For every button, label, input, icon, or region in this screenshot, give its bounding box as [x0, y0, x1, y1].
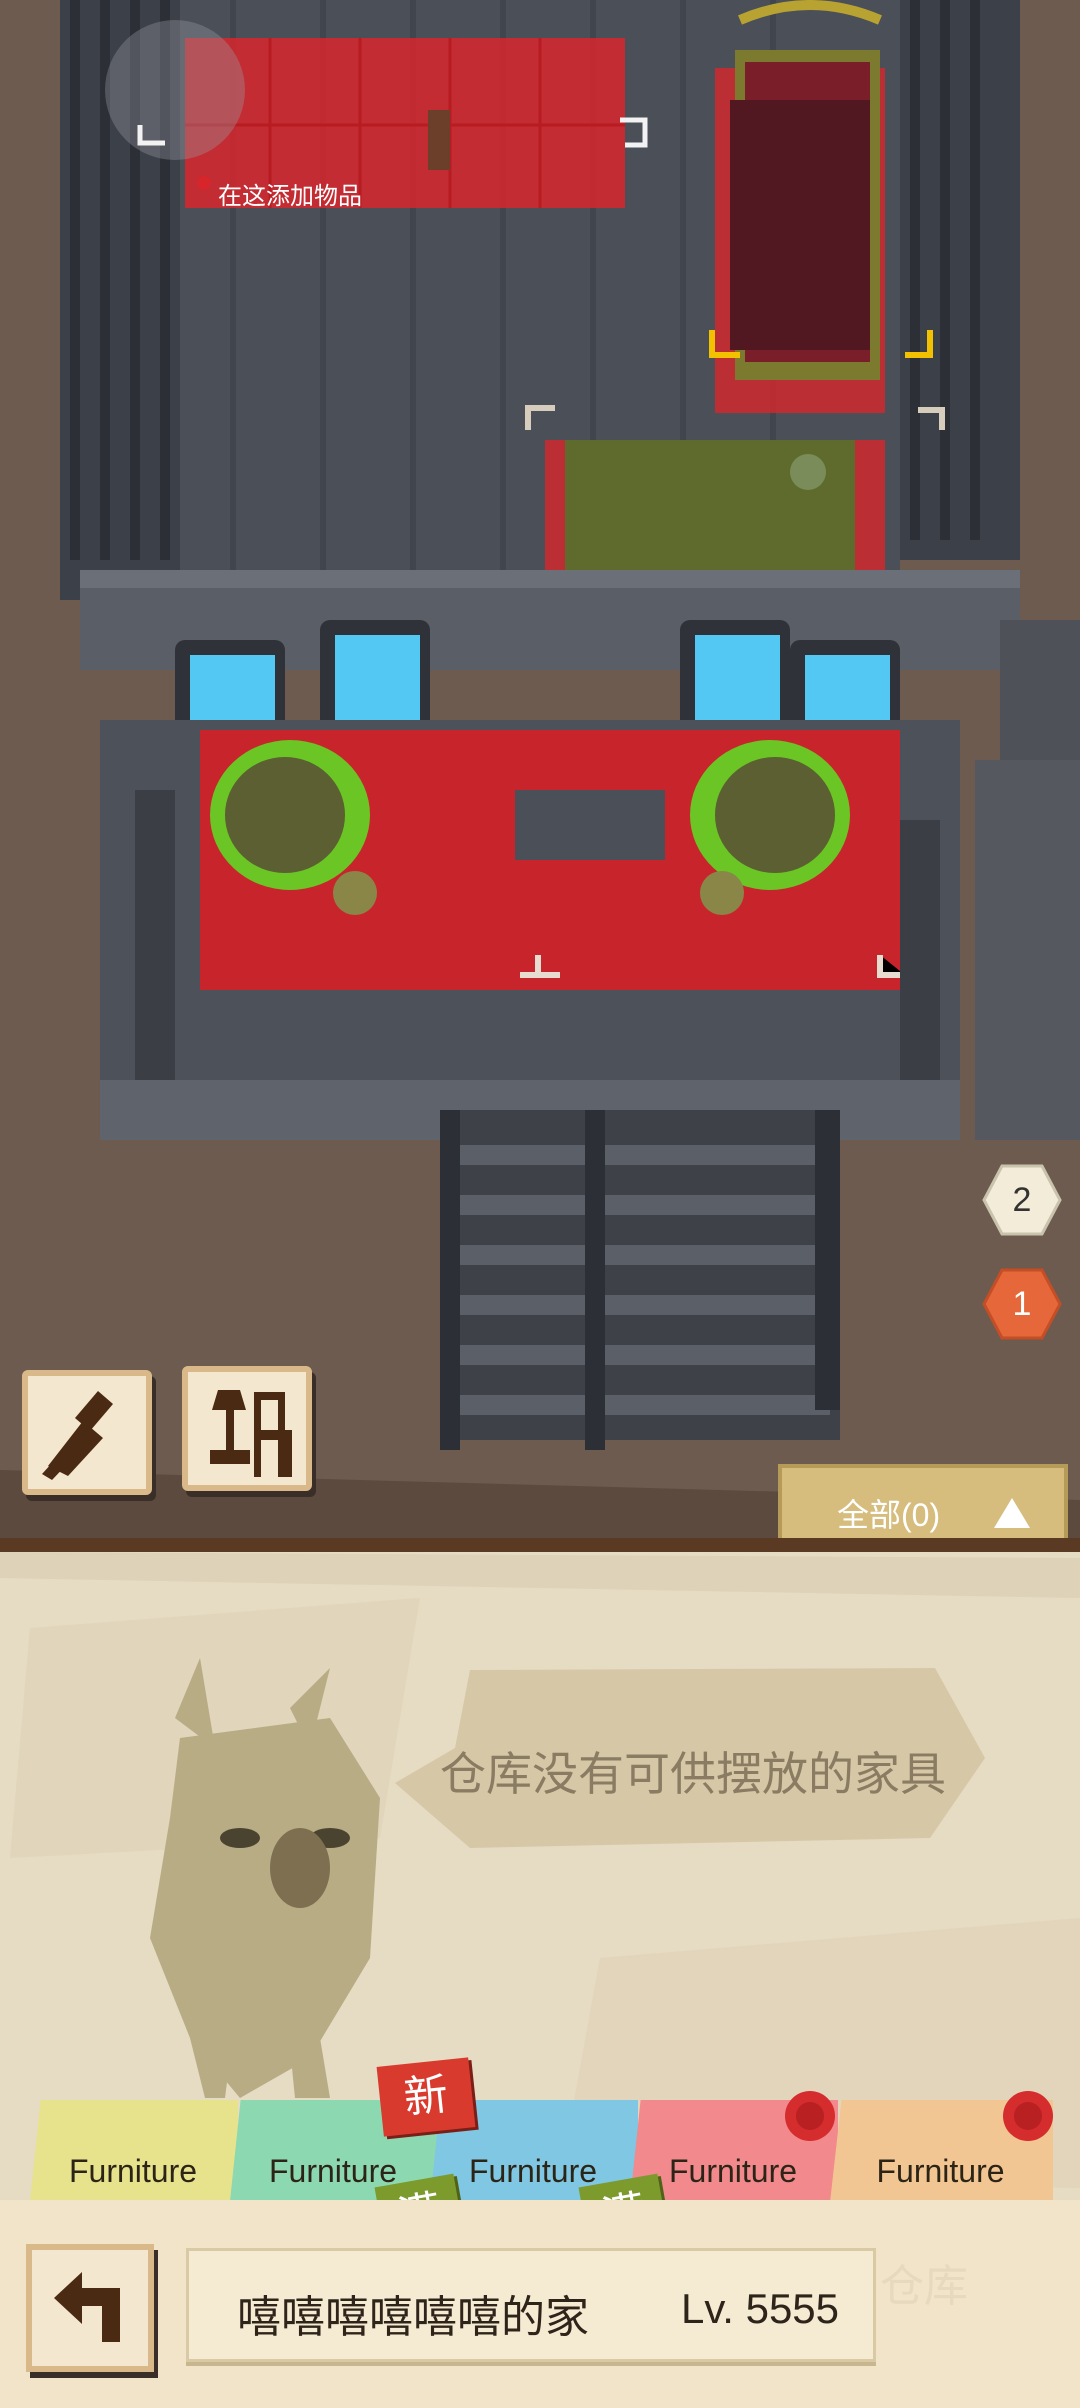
broom-icon [42, 1391, 113, 1480]
count-badge-1[interactable]: 1 [982, 1264, 1062, 1344]
watermark-text: 仓库 [880, 2261, 968, 2312]
notification-dot-icon [1003, 2091, 1053, 2141]
lamp-chair-icon [210, 1390, 292, 1477]
game-scene[interactable] [0, 0, 1080, 1540]
filter-label: 全部(0) [837, 1497, 941, 1533]
empty-warehouse-message: 仓库没有可供摆放的家具 [440, 1748, 946, 1800]
triangle-up-icon [994, 1498, 1030, 1528]
back-arrow-icon [54, 2272, 120, 2342]
count-badge-2[interactable]: 2 [982, 1160, 1062, 1240]
home-name: 嘻嘻嘻嘻嘻嘻的家 [237, 2292, 589, 2343]
home-name-plate: 嘻嘻嘻嘻嘻嘻的家 Lv. 5555 [186, 2248, 876, 2362]
home-level: Lv. 5555 [681, 2285, 840, 2332]
sweep-button[interactable] [22, 1370, 152, 1495]
back-button[interactable] [26, 2244, 154, 2372]
notification-dot-icon [785, 2091, 835, 2141]
furniture-button[interactable] [182, 1366, 312, 1491]
new-badge: 新 [376, 2057, 476, 2137]
placement-hint: 在这添加物品 [218, 183, 362, 210]
